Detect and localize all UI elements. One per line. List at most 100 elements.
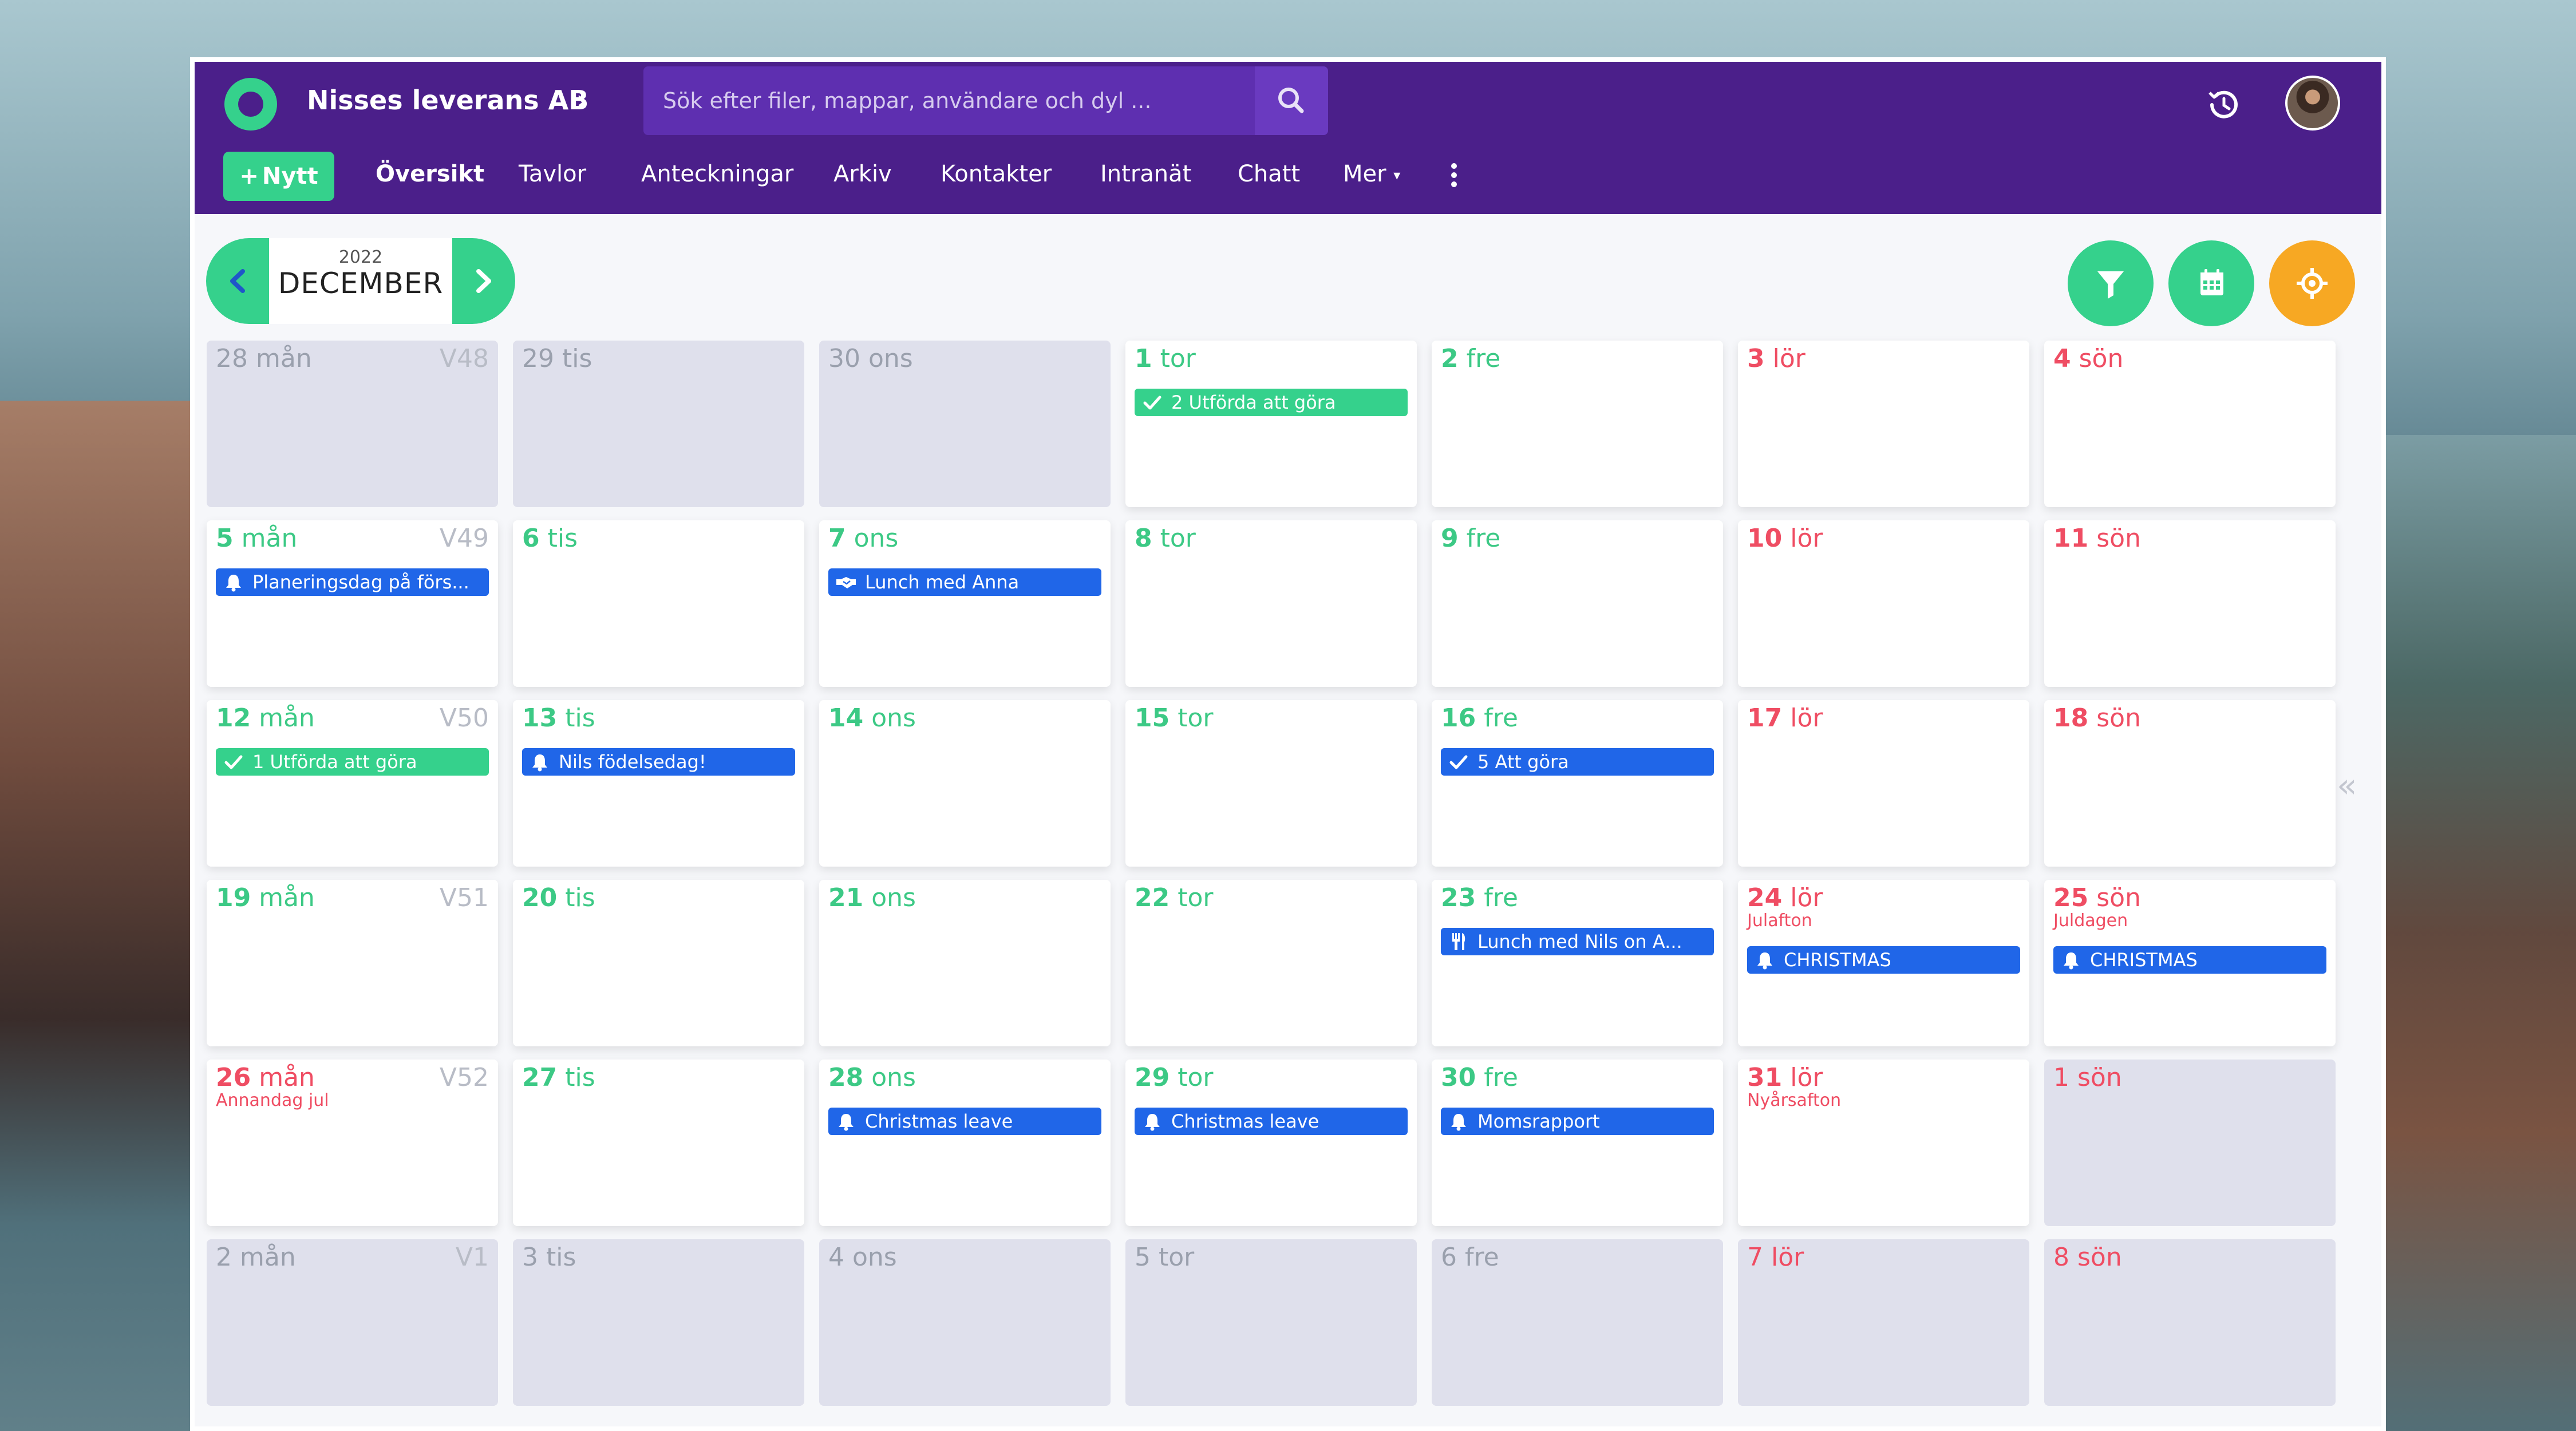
nav-notes[interactable]: Anteckningar [641,161,793,187]
filter-button[interactable] [2068,240,2154,326]
event-item[interactable]: Lunch med Anna [828,568,1101,596]
day-cell[interactable]: 27 tis [513,1060,804,1226]
search-input[interactable] [643,66,1250,135]
day-cell[interactable]: 31 lör Nyårsafton [1738,1060,2029,1226]
nav-more[interactable]: Mer ▾ [1343,161,1400,187]
day-cell[interactable]: 5 tor [1125,1239,1417,1406]
day-header: 4 ons [828,1243,897,1272]
event-item[interactable]: Lunch med Nils on A... [1441,928,1714,955]
new-button[interactable]: + Nytt [223,152,334,201]
weekday-label: tor [1178,883,1214,912]
event-item[interactable]: Momsrapport [1441,1108,1714,1135]
bell-icon [223,571,244,593]
day-cell[interactable]: 13 tis Nils födelsedag! [513,700,804,867]
app-logo[interactable] [224,78,277,131]
day-cell[interactable]: 2 fre [1432,341,1723,507]
day-cell[interactable]: 14 ons [819,700,1111,867]
weekday-label: tis [565,703,595,733]
weekday-label: fre [1484,703,1518,733]
day-cell[interactable]: 10 lör [1738,520,2029,687]
day-cell[interactable]: 5 mån V49 Planeringsdag på förs... [207,520,498,687]
day-cell[interactable]: 6 fre [1432,1239,1723,1406]
weekday-label: tis [562,344,592,373]
day-cell[interactable]: 9 fre [1432,520,1723,687]
event-item[interactable]: 1 Utförda att göra [216,748,489,776]
day-number: 28 [828,1063,864,1092]
today-button[interactable] [2269,240,2355,326]
history-icon[interactable] [2204,85,2244,125]
calendar-view-button[interactable] [2168,240,2254,326]
day-header: 2 fre [1441,344,1500,373]
day-header: 7 ons [828,524,898,553]
event-item[interactable]: 5 Att göra [1441,748,1714,776]
day-cell[interactable]: 17 lör [1738,700,2029,867]
day-cell[interactable]: 4 ons [819,1239,1111,1406]
day-cell[interactable]: 1 sön [2044,1060,2336,1226]
day-number: 7 [1747,1243,1763,1272]
weekday-label: tis [546,1243,576,1272]
nav-boards[interactable]: Tavlor [519,161,586,187]
day-cell[interactable]: 28 ons Christmas leave [819,1060,1111,1226]
day-cell[interactable]: 29 tor Christmas leave [1125,1060,1417,1226]
day-cell[interactable]: 28 mån V48 [207,341,498,507]
event-item[interactable]: CHRISTMAS [1747,946,2020,974]
nav-chat[interactable]: Chatt [1238,161,1300,187]
avatar[interactable] [2285,76,2340,131]
nav-contacts[interactable]: Kontakter [941,161,1052,187]
day-number: 23 [1441,883,1476,912]
kebab-menu-icon[interactable] [1448,161,1460,189]
event-item[interactable]: 2 Utförda att göra [1135,389,1408,416]
next-month-button[interactable] [452,238,515,324]
day-cell[interactable]: 3 tis [513,1239,804,1406]
day-cell[interactable]: 16 fre 5 Att göra [1432,700,1723,867]
day-cell[interactable]: 3 lör [1738,341,2029,507]
nav-overview[interactable]: Översikt [376,161,484,187]
nav-intranet[interactable]: Intranät [1100,161,1191,187]
day-cell[interactable]: 11 sön [2044,520,2336,687]
day-cell[interactable]: 4 sön [2044,341,2336,507]
event-item[interactable]: Christmas leave [828,1108,1101,1135]
event-label: Nils födelsedag! [559,751,706,773]
day-cell[interactable]: 6 tis [513,520,804,687]
day-number: 16 [1441,703,1476,733]
day-number: 8 [1135,524,1152,553]
day-cell[interactable]: 7 ons Lunch med Anna [819,520,1111,687]
day-header: 6 tis [522,524,578,553]
day-cell[interactable]: 30 fre Momsrapport [1432,1060,1723,1226]
day-cell[interactable]: 30 ons [819,341,1111,507]
day-number: 1 [1135,344,1152,373]
day-cell[interactable]: 12 mån V50 1 Utförda att göra [207,700,498,867]
day-number: 2 [216,1243,232,1272]
day-number: 29 [522,344,554,373]
day-header: 7 lör [1747,1243,1804,1272]
event-item[interactable]: CHRISTMAS [2053,946,2326,974]
event-item[interactable]: Nils födelsedag! [522,748,795,776]
day-cell[interactable]: 1 tor 2 Utförda att göra [1125,341,1417,507]
day-cell[interactable]: 7 lör [1738,1239,2029,1406]
day-header: 29 tor [1135,1063,1214,1092]
day-cell[interactable]: 21 ons [819,880,1111,1046]
double-chevron-left-icon[interactable]: « [2337,766,2357,805]
day-cell[interactable]: 15 tor [1125,700,1417,867]
day-cell[interactable]: 25 sön Juldagen CHRISTMAS [2044,880,2336,1046]
main-nav: + Nytt Översikt Tavlor Anteckningar Arki… [195,145,2381,202]
day-cell[interactable]: 19 mån V51 [207,880,498,1046]
company-name[interactable]: Nisses leverans AB [307,85,588,116]
nav-archive[interactable]: Arkiv [833,161,892,187]
company-chevron-icon[interactable]: › [576,84,588,118]
day-cell[interactable]: 29 tis [513,341,804,507]
day-cell[interactable]: 18 sön [2044,700,2336,867]
day-cell[interactable]: 8 sön [2044,1239,2336,1406]
day-cell[interactable]: 24 lör Julafton CHRISTMAS [1738,880,2029,1046]
day-cell[interactable]: 26 mån V52 Annandag jul [207,1060,498,1226]
day-cell[interactable]: 2 mån V1 [207,1239,498,1406]
day-cell[interactable]: 23 fre Lunch med Nils on A... [1432,880,1723,1046]
day-cell[interactable]: 22 tor [1125,880,1417,1046]
day-cell[interactable]: 20 tis [513,880,804,1046]
event-item[interactable]: Christmas leave [1135,1108,1408,1135]
search-button[interactable] [1255,66,1328,135]
day-cell[interactable]: 8 tor [1125,520,1417,687]
bell-icon [1448,1110,1469,1132]
weekday-label: lör [1771,1243,1804,1272]
event-item[interactable]: Planeringsdag på förs... [216,568,489,596]
